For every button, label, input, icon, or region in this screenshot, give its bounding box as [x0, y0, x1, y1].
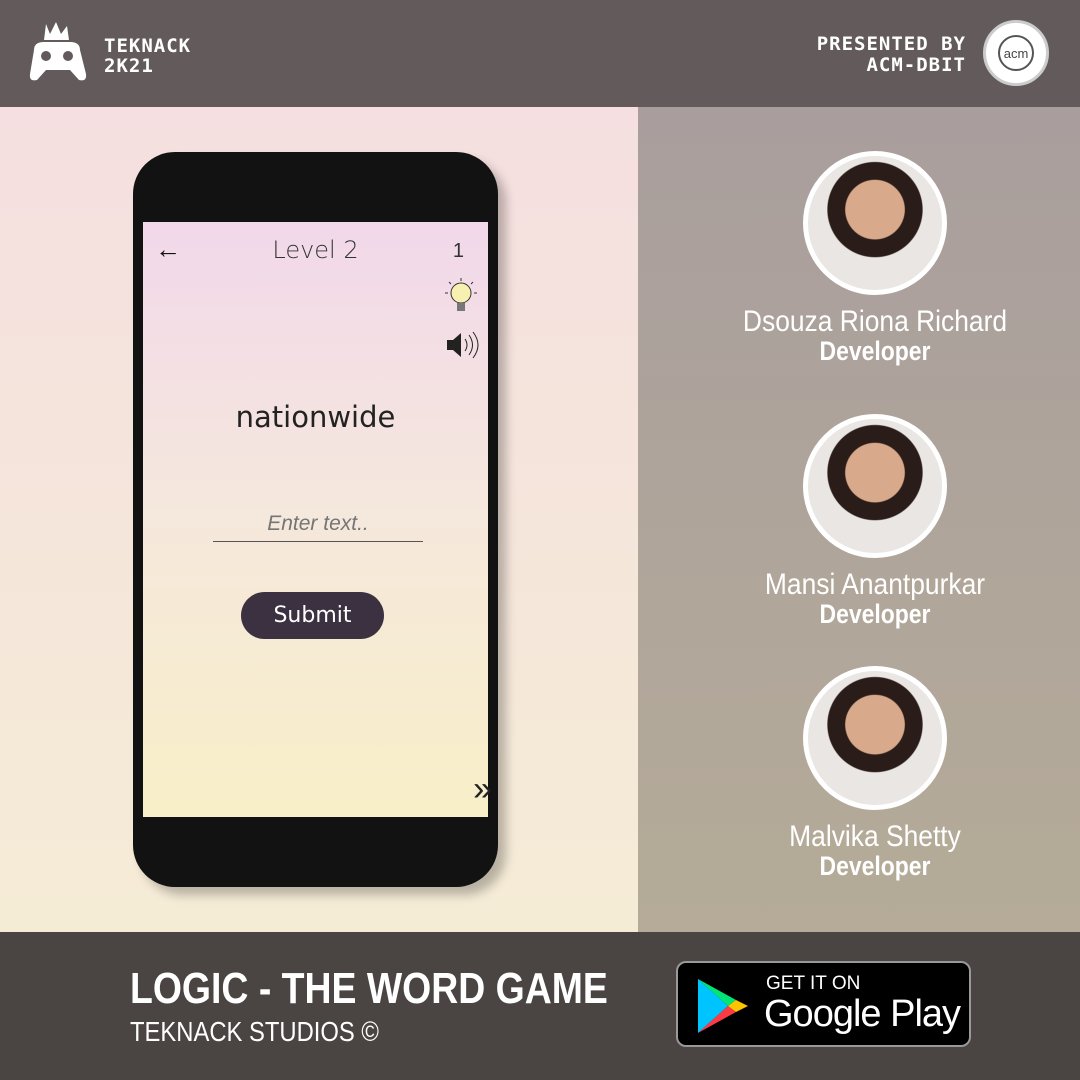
answer-input[interactable]	[213, 506, 423, 542]
game-title: LOGIC - THE WORD GAME	[130, 964, 608, 1013]
avatar	[803, 151, 947, 295]
level-title: Level 2	[272, 236, 359, 264]
avatar	[803, 414, 947, 558]
member-role: Developer	[819, 851, 931, 881]
lightbulb-hint-icon[interactable]	[443, 276, 479, 318]
badge-line2: Google Play	[764, 993, 961, 1035]
google-play-badge[interactable]: GET IT ON Google Play	[676, 961, 971, 1047]
app-screen: ← Level 2 1 nationwide Submit »	[143, 222, 492, 817]
presented-line2: ACM-DBIT	[866, 54, 966, 76]
brand-name: TEKNACK 2K21	[104, 36, 191, 76]
avatar	[803, 666, 947, 810]
member-name: Malvika Shetty	[789, 820, 961, 853]
brand-line2: 2K21	[104, 55, 154, 77]
acm-logo: acm	[983, 20, 1049, 86]
presented-by: PRESENTED BY ACM-DBIT	[817, 34, 966, 76]
google-play-icon	[698, 979, 748, 1033]
member-name: Mansi Anantpurkar	[764, 568, 986, 601]
gamepad-fire-logo-icon	[29, 22, 87, 81]
brand-line1: TEKNACK	[104, 35, 192, 57]
member-role: Developer	[819, 599, 931, 629]
header: TEKNACK 2K21 PRESENTED BY ACM-DBIT acm	[0, 0, 1080, 107]
acm-logo-text: acm	[998, 35, 1034, 71]
speaker-sound-icon[interactable]	[445, 330, 481, 360]
team-member: Malvika Shetty Developer	[720, 666, 1030, 880]
member-role: Developer	[819, 336, 931, 366]
studio-name: TEKNACK STUDIOS ©	[130, 1016, 379, 1047]
team-member: Dsouza Riona Richard Developer	[720, 151, 1030, 365]
score: 1	[452, 240, 464, 262]
next-chevrons-icon[interactable]: »	[473, 770, 492, 809]
team-member: Mansi Anantpurkar Developer	[720, 414, 1030, 628]
member-name: Dsouza Riona Richard	[742, 305, 1008, 338]
badge-line1: GET IT ON	[766, 973, 861, 994]
presented-line1: PRESENTED BY	[816, 33, 966, 55]
puzzle-word: nationwide	[235, 400, 396, 434]
submit-button[interactable]: Submit	[241, 592, 384, 639]
